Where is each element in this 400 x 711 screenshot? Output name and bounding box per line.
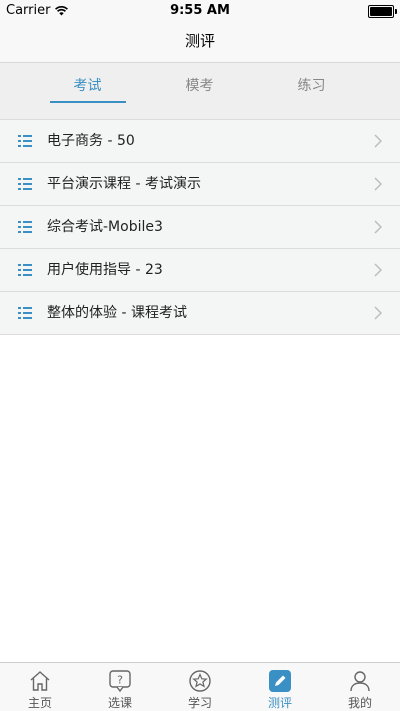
list-item[interactable]: 平台演示课程 - 考试演示	[0, 163, 400, 206]
list-icon	[18, 307, 32, 319]
chevron-right-icon	[374, 134, 382, 148]
star-icon	[189, 670, 211, 692]
tab-label: 主页	[27, 696, 52, 710]
list-icon	[18, 264, 32, 276]
chevron-right-icon	[374, 220, 382, 234]
tab-home[interactable]: 主页	[0, 663, 80, 711]
chevron-right-icon	[374, 177, 382, 191]
svg-text:?: ?	[117, 674, 123, 687]
list-icon	[18, 135, 32, 147]
edit-icon	[269, 670, 291, 692]
list-item-label: 整体的体验 - 课程考试	[47, 305, 187, 321]
tab-label: 测评	[267, 696, 292, 710]
list-item[interactable]: 综合考试-Mobile3	[0, 206, 400, 249]
question-bubble-icon: ?	[109, 670, 131, 693]
tab-study[interactable]: 学习	[160, 663, 240, 711]
home-icon	[30, 671, 50, 691]
tab-courses[interactable]: ? 选课	[80, 663, 160, 711]
list-icon	[18, 221, 32, 233]
tab-label: 学习	[187, 696, 212, 710]
chevron-right-icon	[374, 306, 382, 320]
list-item[interactable]: 用户使用指导 - 23	[0, 249, 400, 292]
page-title: 测评	[184, 32, 215, 50]
user-icon	[350, 671, 370, 692]
exam-list: 电子商务 - 50 平台演示课程 - 考试演示 综合考试-Mobile3 用户使…	[0, 120, 400, 335]
list-item-label: 平台演示课程 - 考试演示	[47, 176, 201, 192]
list-item[interactable]: 整体的体验 - 课程考试	[0, 292, 400, 335]
tab-profile[interactable]: 我的	[320, 663, 400, 711]
battery-icon	[368, 5, 397, 18]
bottom-tab-bar: 主页 ? 选课 学习 测评 我的	[0, 662, 400, 711]
list-item-label: 用户使用指导 - 23	[47, 262, 163, 278]
status-time: 9:55 AM	[170, 3, 230, 18]
list-item-label: 综合考试-Mobile3	[47, 219, 163, 235]
tab-practice[interactable]: 练习	[245, 63, 378, 119]
tab-assessment[interactable]: 测评	[240, 663, 320, 711]
status-bar: Carrier 9:55 AM	[0, 0, 400, 22]
chevron-right-icon	[374, 263, 382, 277]
list-icon	[18, 178, 32, 190]
tab-label: 选课	[107, 696, 132, 710]
list-item-label: 电子商务 - 50	[47, 133, 135, 149]
tab-label: 我的	[347, 696, 372, 710]
active-tab-indicator	[50, 101, 126, 103]
segment-tabs: 考试 模考 练习	[0, 63, 400, 120]
list-item[interactable]: 电子商务 - 50	[0, 120, 400, 163]
navigation-bar: 测评	[0, 22, 400, 63]
